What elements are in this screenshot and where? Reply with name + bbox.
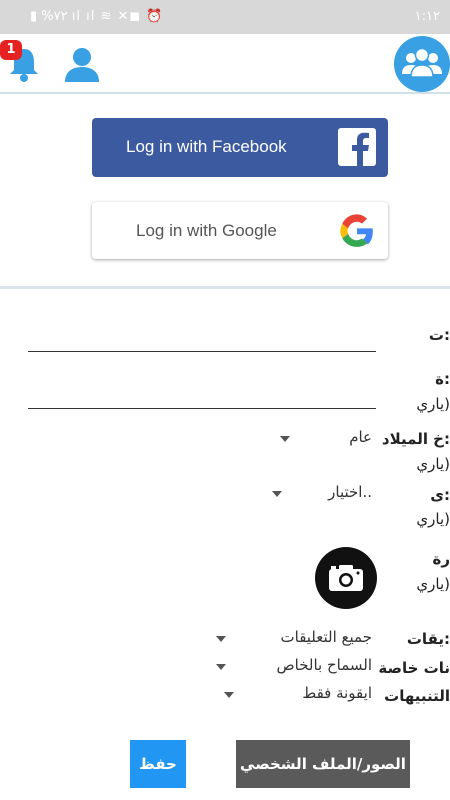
photos-profile-button[interactable]: الصور/الملف الشخصي	[236, 740, 410, 788]
status-icons: ▮ %٧٢ ıl ıl ≋ ✕◼ ⏰	[30, 9, 164, 24]
field1-input[interactable]	[28, 351, 376, 352]
notify-label: التنبيهات	[384, 687, 450, 705]
comments-label: يقات:	[406, 630, 450, 648]
comments-select[interactable]: جميع التعليقات	[210, 628, 376, 650]
notify-select[interactable]: ايقونة فقط	[218, 684, 376, 706]
gender-note: ياري)	[416, 510, 450, 528]
comments-value: جميع التعليقات	[280, 628, 373, 646]
photo-label: رة	[432, 550, 450, 568]
birth-year-value: عام	[349, 428, 372, 446]
private-select[interactable]: السماح بالخاص	[210, 656, 376, 678]
field2-input[interactable]	[28, 408, 376, 409]
photo-note: ياري)	[416, 575, 450, 593]
status-time: ١:١٢	[414, 9, 440, 24]
chevron-down-icon	[280, 436, 290, 442]
birth-note: ياري)	[416, 455, 450, 473]
facebook-icon	[338, 128, 376, 166]
camera-icon[interactable]	[315, 547, 377, 609]
private-label: نات خاصة	[378, 659, 450, 677]
field2-label: ة:	[435, 370, 450, 388]
gender-label: ى:	[430, 486, 450, 504]
chevron-down-icon	[216, 664, 226, 670]
gender-value: اختيار..	[328, 483, 372, 501]
chevron-down-icon	[216, 636, 226, 642]
google-login-label: Log in with Google	[136, 221, 277, 240]
facebook-login-label: Log in with Facebook	[126, 137, 287, 156]
facebook-login-button[interactable]: Log in with Facebook	[92, 118, 388, 177]
field1-label: ت:	[428, 326, 450, 344]
save-button[interactable]: حفظ	[130, 740, 186, 788]
groups-icon[interactable]	[394, 36, 450, 92]
birth-label: خ الميلاد:	[381, 430, 450, 448]
google-icon	[338, 212, 376, 250]
section-divider	[0, 286, 450, 289]
private-value: السماح بالخاص	[276, 656, 372, 674]
notification-badge: 1	[0, 40, 22, 60]
notify-value: ايقونة فقط	[302, 684, 372, 702]
birth-year-select[interactable]: عام	[276, 428, 376, 450]
gender-select[interactable]: اختيار..	[268, 483, 376, 505]
chevron-down-icon	[272, 491, 282, 497]
user-icon[interactable]	[62, 44, 102, 84]
google-login-button[interactable]: Log in with Google	[92, 202, 388, 259]
field2-note: ياري)	[416, 395, 450, 413]
chevron-down-icon	[224, 692, 234, 698]
